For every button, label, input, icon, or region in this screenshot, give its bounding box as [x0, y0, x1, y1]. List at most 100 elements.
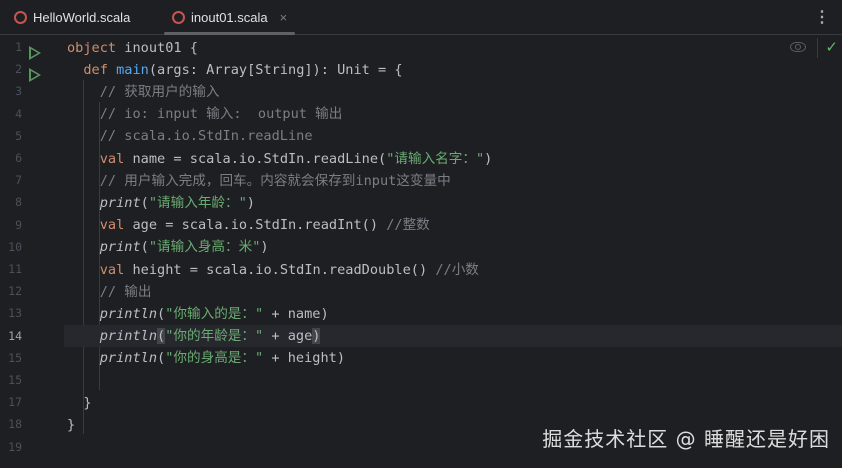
line-number: 15: [8, 373, 22, 387]
close-tab-icon[interactable]: ×: [280, 10, 288, 25]
code-line[interactable]: object inout01 {: [64, 37, 842, 59]
code-line[interactable]: println("你输入的是：" + name): [64, 303, 842, 325]
scala-file-icon: [172, 10, 185, 24]
code-token: ): [484, 150, 493, 167]
run-gutter-icon[interactable]: [29, 68, 41, 83]
no-problems-check-icon[interactable]: ✓: [825, 38, 838, 56]
code-token: (: [140, 194, 149, 211]
code-line[interactable]: // 获取用户的输入: [64, 81, 842, 103]
code-token: val: [99, 150, 133, 167]
code-token: "请输入身高：米": [148, 239, 261, 256]
reader-mode-eye-icon[interactable]: [790, 42, 806, 52]
code-token: (: [140, 239, 149, 256]
scala-file-icon: [14, 10, 27, 24]
code-token: //小数: [435, 261, 479, 278]
line-number: 18: [8, 417, 22, 432]
code-token: val: [99, 217, 133, 234]
code-token: "请输入名字：": [386, 150, 485, 167]
code-token: + height): [263, 350, 346, 367]
code-token: "你的年龄是：": [165, 328, 264, 345]
code-token: ): [260, 239, 269, 256]
line-number: 11: [8, 262, 22, 276]
tab-label: HelloWorld.scala: [33, 9, 131, 25]
line-number: 14: [8, 328, 22, 343]
code-token: // 用户输入完成，回车。内容就会保存到input这变量中: [99, 172, 451, 189]
code-token: main: [116, 61, 149, 78]
code-token: println: [99, 328, 158, 345]
code-token: // 获取用户的输入: [99, 83, 220, 100]
tab-inout01-scala[interactable]: inout01.scala ×: [164, 0, 296, 35]
code-line[interactable]: // 输出: [64, 281, 842, 303]
code-token: inout01 {: [124, 39, 198, 56]
code-token: //整数: [386, 217, 430, 234]
code-line[interactable]: def main(args: Array[String]): Unit = {: [64, 59, 842, 81]
code-token: }: [67, 394, 92, 411]
line-number: 13: [8, 306, 22, 321]
code-token: val: [99, 261, 133, 278]
code-token: + age: [263, 328, 313, 345]
line-number: 17: [8, 395, 22, 410]
code-editor[interactable]: object inout01 { def main(args: Array[St…: [64, 36, 842, 468]
editor-tab-bar: HelloWorld.scala inout01.scala × ⋮: [0, 0, 842, 35]
code-line[interactable]: val height = scala.io.StdIn.readDouble()…: [64, 259, 842, 281]
code-token: + name): [263, 305, 329, 322]
watermark: 掘金技术社区 @ 睡醒还是好困: [542, 427, 830, 451]
line-number: 4: [15, 106, 22, 121]
code-line[interactable]: [64, 370, 842, 392]
code-token: def: [83, 61, 117, 78]
code-token: println: [99, 350, 158, 367]
code-token: age = scala.io.StdIn.readInt(): [132, 217, 387, 234]
code-line[interactable]: val name = scala.io.StdIn.readLine("请输入名…: [64, 148, 842, 170]
code-line[interactable]: }: [64, 392, 842, 414]
line-number: 6: [15, 151, 22, 165]
tab-label: inout01.scala: [191, 9, 268, 25]
code-token: "你输入的是：": [165, 305, 264, 322]
line-number: 8: [15, 195, 22, 210]
code-token: height = scala.io.StdIn.readDouble(): [132, 261, 436, 278]
line-number: 9: [15, 217, 22, 232]
line-number-gutter: 1 2 3 4 5 6 7 8 9 10 11 12 13 14 15 15 17 18 19: [0, 36, 64, 468]
code-line[interactable]: val age = scala.io.StdIn.readInt() //整数: [64, 214, 842, 236]
code-line[interactable]: println("你的身高是：" + height): [64, 347, 842, 369]
line-number: 15: [8, 350, 22, 365]
code-line[interactable]: print("请输入年龄："): [64, 192, 842, 214]
code-line[interactable]: // 用户输入完成，回车。内容就会保存到input这变量中: [64, 170, 842, 192]
code-token: }: [67, 416, 76, 433]
code-token: (args: Array[String]): Unit = {: [148, 61, 403, 78]
line-number: 7: [15, 173, 22, 188]
line-number: 1: [15, 40, 22, 54]
tab-helloworld-scala[interactable]: HelloWorld.scala: [14, 0, 130, 34]
code-token: (: [157, 350, 166, 367]
line-number: 12: [8, 284, 22, 299]
code-token: (: [157, 328, 166, 345]
line-number: 2: [15, 62, 22, 77]
line-number: 3: [15, 84, 22, 99]
code-token: ): [312, 328, 321, 345]
line-number: 5: [15, 128, 22, 143]
code-line[interactable]: print("请输入身高：米"): [64, 236, 842, 258]
code-token: name = scala.io.StdIn.readLine(: [132, 150, 387, 167]
code-token: print: [99, 239, 141, 256]
code-line[interactable]: println("你的年龄是：" + age): [64, 325, 842, 348]
line-number: 10: [8, 239, 22, 254]
run-gutter-icon[interactable]: [29, 46, 41, 60]
line-number: 19: [8, 439, 22, 454]
code-line[interactable]: // io: input 输入: output 输出: [64, 103, 842, 125]
code-token: println: [99, 305, 158, 322]
code-token: // 输出: [99, 283, 152, 300]
code-line[interactable]: // scala.io.StdIn.readLine: [64, 125, 842, 147]
code-token: object: [67, 39, 125, 56]
more-options-icon[interactable]: ⋮: [814, 7, 830, 27]
code-token: // io: input 输入: output 输出: [99, 106, 343, 123]
